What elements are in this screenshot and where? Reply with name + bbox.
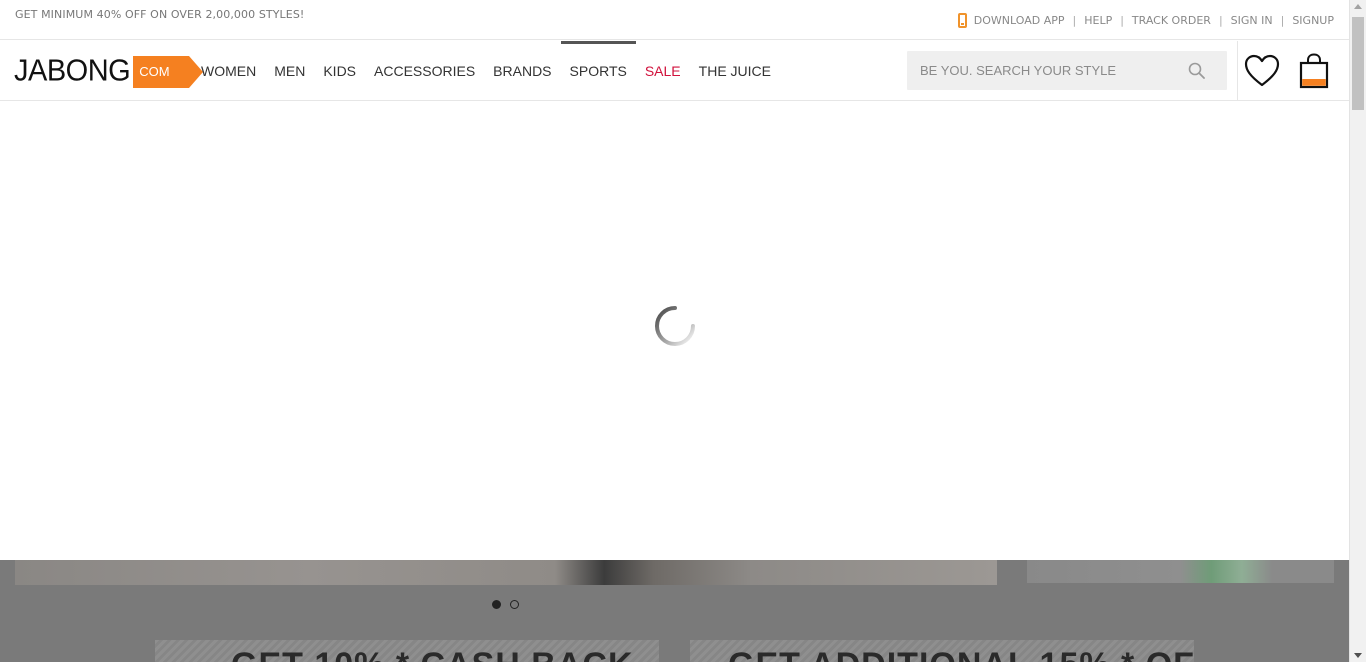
nav-item-men[interactable]: MEN xyxy=(265,41,314,101)
loading-overlay xyxy=(0,101,1349,560)
promo-card-cashback[interactable]: GET 10% * CASH BACK xyxy=(155,640,659,662)
promo-card-text: GET 10% * CASH BACK xyxy=(231,646,634,662)
scroll-up-arrow-icon[interactable] xyxy=(1354,4,1362,9)
nav-item-sports[interactable]: SPORTS xyxy=(560,41,636,101)
carousel-dot-2[interactable] xyxy=(510,600,519,609)
nav-item-accessories[interactable]: ACCESSORIES xyxy=(365,41,484,101)
nav-item-the-juice[interactable]: THE JUICE xyxy=(690,41,780,101)
logo-text: JABONG xyxy=(14,54,131,88)
promo-text: GET MINIMUM 40% OFF ON OVER 2,00,000 STY… xyxy=(15,8,305,21)
hero-banner-image[interactable] xyxy=(15,560,997,585)
scroll-thumb[interactable] xyxy=(1352,17,1364,110)
nav-item-women[interactable]: WOMEN xyxy=(192,41,265,101)
main-nav: WOMEN MEN KIDS ACCESSORIES BRANDS SPORTS… xyxy=(192,41,780,101)
separator: | xyxy=(1280,14,1285,27)
download-app-link[interactable]: DOWNLOAD APP xyxy=(974,14,1065,27)
top-promo-bar: GET MINIMUM 40% OFF ON OVER 2,00,000 STY… xyxy=(0,0,1349,40)
promo-card-additional-off[interactable]: GET ADDITIONAL 15% * OFF xyxy=(690,640,1194,662)
nav-item-sale[interactable]: SALE xyxy=(636,41,690,101)
dimmed-page-content: GET 10% * CASH BACK GET ADDITIONAL 15% *… xyxy=(0,560,1349,662)
carousel-dots xyxy=(492,600,519,609)
spinner-icon xyxy=(655,306,695,346)
nav-item-brands[interactable]: BRANDS xyxy=(484,41,560,101)
page: GET MINIMUM 40% OFF ON OVER 2,00,000 STY… xyxy=(0,0,1366,662)
logo-badge: COM xyxy=(133,55,204,88)
carousel-dot-1[interactable] xyxy=(492,600,501,609)
separator: | xyxy=(1218,14,1223,27)
vertical-scrollbar[interactable] xyxy=(1349,0,1366,662)
scroll-down-arrow-icon[interactable] xyxy=(1354,653,1362,658)
search-icon[interactable] xyxy=(1188,62,1205,79)
heart-icon[interactable] xyxy=(1244,54,1280,88)
phone-icon xyxy=(957,13,967,28)
track-order-link[interactable]: TRACK ORDER xyxy=(1132,14,1211,27)
side-banner-image[interactable] xyxy=(1027,560,1334,583)
jabong-logo[interactable]: JABONG COM xyxy=(14,54,204,88)
shopping-bag-icon[interactable] xyxy=(1299,53,1329,89)
help-link[interactable]: HELP xyxy=(1084,14,1112,27)
promo-card-text: GET ADDITIONAL 15% * OFF xyxy=(728,646,1194,662)
search-box xyxy=(907,51,1227,90)
separator: | xyxy=(1072,14,1077,27)
signup-link[interactable]: SIGNUP xyxy=(1292,14,1334,27)
sign-in-link[interactable]: SIGN IN xyxy=(1231,14,1273,27)
header-divider xyxy=(1237,41,1238,101)
separator: | xyxy=(1120,14,1124,27)
top-links: DOWNLOAD APP | HELP | TRACK ORDER | SIGN… xyxy=(957,13,1334,28)
main-header: JABONG COM WOMEN MEN KIDS ACCESSORIES BR… xyxy=(0,41,1349,101)
search-input[interactable] xyxy=(907,51,1177,90)
nav-item-kids[interactable]: KIDS xyxy=(314,41,365,101)
